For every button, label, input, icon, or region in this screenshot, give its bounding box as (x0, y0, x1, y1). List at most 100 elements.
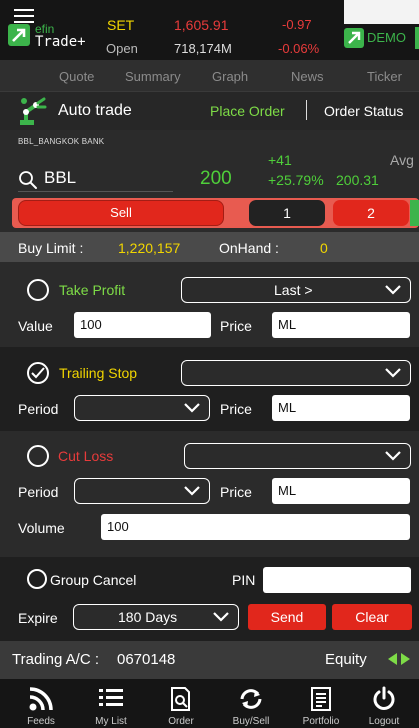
app-screen: efin Trade+ SET Open 1,605.91 718,174M -… (0, 0, 419, 728)
chevron-down-icon (385, 451, 401, 461)
demo-arrow-icon (344, 28, 364, 48)
symbol-search-input[interactable]: BBL (18, 168, 173, 192)
trailing-stop-checkbox[interactable] (27, 362, 49, 384)
clear-button[interactable]: Clear (332, 604, 412, 630)
tab-mylist-label: My List (95, 716, 127, 727)
search-icon (19, 171, 37, 189)
order-status-link[interactable]: Order Status (324, 103, 403, 119)
avg-price: 200.31 (336, 172, 379, 188)
tab-order-label: Order (168, 716, 194, 727)
take-profit-radio[interactable] (27, 279, 49, 301)
cut-loss-label: Cut Loss (58, 448, 114, 464)
take-profit-value: 100 (80, 317, 102, 332)
expire-label: Expire (18, 610, 58, 626)
chevron-down-icon (213, 612, 229, 622)
tab-feeds[interactable]: Feeds (6, 679, 76, 728)
sell-button[interactable]: Sell (18, 200, 224, 226)
buy-limit-label: Buy Limit : (18, 240, 84, 256)
send-button[interactable]: Send (248, 604, 326, 630)
tab-graph[interactable]: Graph (212, 69, 248, 84)
chevron-down-icon (184, 403, 200, 413)
volume-label: Volume (18, 520, 65, 536)
take-profit-price-label: Price (220, 318, 252, 334)
bottom-tab-bar: Feeds My List Order Buy/Sell Portfolio L… (0, 679, 419, 728)
switch-account-arrows-icon[interactable] (387, 652, 411, 666)
last-price: 200 (200, 168, 232, 189)
price-change-percent: +25.79% (268, 172, 324, 188)
place-order-link[interactable]: Place Order (210, 103, 285, 119)
cut-loss-radio[interactable] (27, 445, 49, 467)
tab-mylist[interactable]: My List (76, 679, 146, 728)
index-name: SET (107, 17, 135, 33)
page-1-button[interactable]: 1 (249, 200, 325, 226)
index-change: -0.97 (282, 17, 312, 32)
tab-portfolio[interactable]: Portfolio (286, 679, 356, 728)
onhand-label: OnHand : (219, 240, 279, 256)
group-cancel-radio[interactable] (27, 569, 47, 589)
take-profit-price-input[interactable]: ML (272, 312, 410, 338)
trailing-period-select[interactable] (74, 395, 210, 421)
trailing-price-input[interactable]: ML (272, 395, 410, 421)
take-profit-select-value: Last > (274, 282, 313, 298)
symbol-code: BBL (44, 168, 77, 187)
cut-loss-period-select[interactable] (74, 478, 210, 504)
group-cancel-label: Group Cancel (50, 572, 137, 588)
account-number[interactable]: 0670148 (117, 651, 175, 668)
cut-loss-period-label: Period (18, 484, 59, 500)
page-2-button[interactable]: 2 (333, 200, 409, 226)
take-profit-value-input[interactable]: 100 (74, 312, 211, 338)
account-type: Equity (325, 651, 367, 668)
volume-input[interactable]: 100 (101, 514, 410, 540)
expire-value: 180 Days (118, 609, 178, 625)
chevron-down-icon (184, 486, 200, 496)
value-label: Value (18, 318, 53, 334)
cut-loss-select[interactable] (184, 443, 411, 469)
cut-loss-price: ML (278, 483, 297, 498)
buy-limit-value: 1,220,157 (118, 240, 181, 256)
expire-select[interactable]: 180 Days (73, 604, 239, 630)
logo-arrow-icon (8, 24, 30, 46)
tab-buysell[interactable]: Buy/Sell (216, 679, 286, 728)
feed-icon (29, 687, 53, 711)
list-icon (99, 689, 123, 706)
tab-logout[interactable]: Logout (349, 679, 419, 728)
price-change: +41 (268, 152, 292, 168)
tab-feeds-label: Feeds (27, 716, 55, 727)
pin-input[interactable] (263, 567, 411, 593)
symbol-full-name: BBL_BANGKOK BANK (18, 137, 105, 146)
account-label: Trading A/C : (12, 651, 99, 668)
cut-loss-price-input[interactable]: ML (272, 478, 410, 504)
trailing-stop-label: Trailing Stop (59, 365, 138, 381)
tab-quote[interactable]: Quote (59, 69, 94, 84)
status-corner (344, 0, 419, 24)
tab-news[interactable]: News (291, 69, 324, 84)
tab-ticker[interactable]: Ticker (367, 69, 402, 84)
trailing-price-label: Price (220, 401, 252, 417)
take-profit-price: ML (278, 317, 297, 332)
index-change-percent: -0.06% (278, 41, 320, 56)
demo-mode-badge[interactable]: DEMO (344, 27, 419, 49)
order-document-icon (171, 687, 190, 711)
tab-logout-label: Logout (368, 716, 400, 727)
trailing-price: ML (278, 400, 297, 415)
index-volume: 718,174M (174, 41, 232, 56)
portfolio-icon (311, 687, 331, 711)
demo-label: DEMO (367, 30, 406, 45)
market-session: Open (106, 41, 138, 56)
pin-label: PIN (232, 572, 256, 588)
header-divider (306, 100, 307, 120)
chevron-down-icon (385, 368, 401, 378)
app-logo: efin Trade+ (8, 18, 106, 54)
tab-order[interactable]: Order (146, 679, 216, 728)
check-icon (31, 367, 45, 379)
auto-trade-title: Auto trade (58, 102, 132, 119)
volume-value: 100 (107, 519, 129, 534)
onhand-value: 0 (320, 240, 328, 256)
tab-summary[interactable]: Summary (125, 69, 181, 84)
menu-icon[interactable] (14, 9, 34, 23)
take-profit-select[interactable]: Last > (181, 277, 411, 303)
tab-portfolio-label: Portfolio (302, 716, 340, 727)
take-profit-label: Take Profit (59, 282, 126, 298)
chevron-down-icon (385, 285, 401, 295)
trailing-stop-select[interactable] (181, 360, 411, 386)
